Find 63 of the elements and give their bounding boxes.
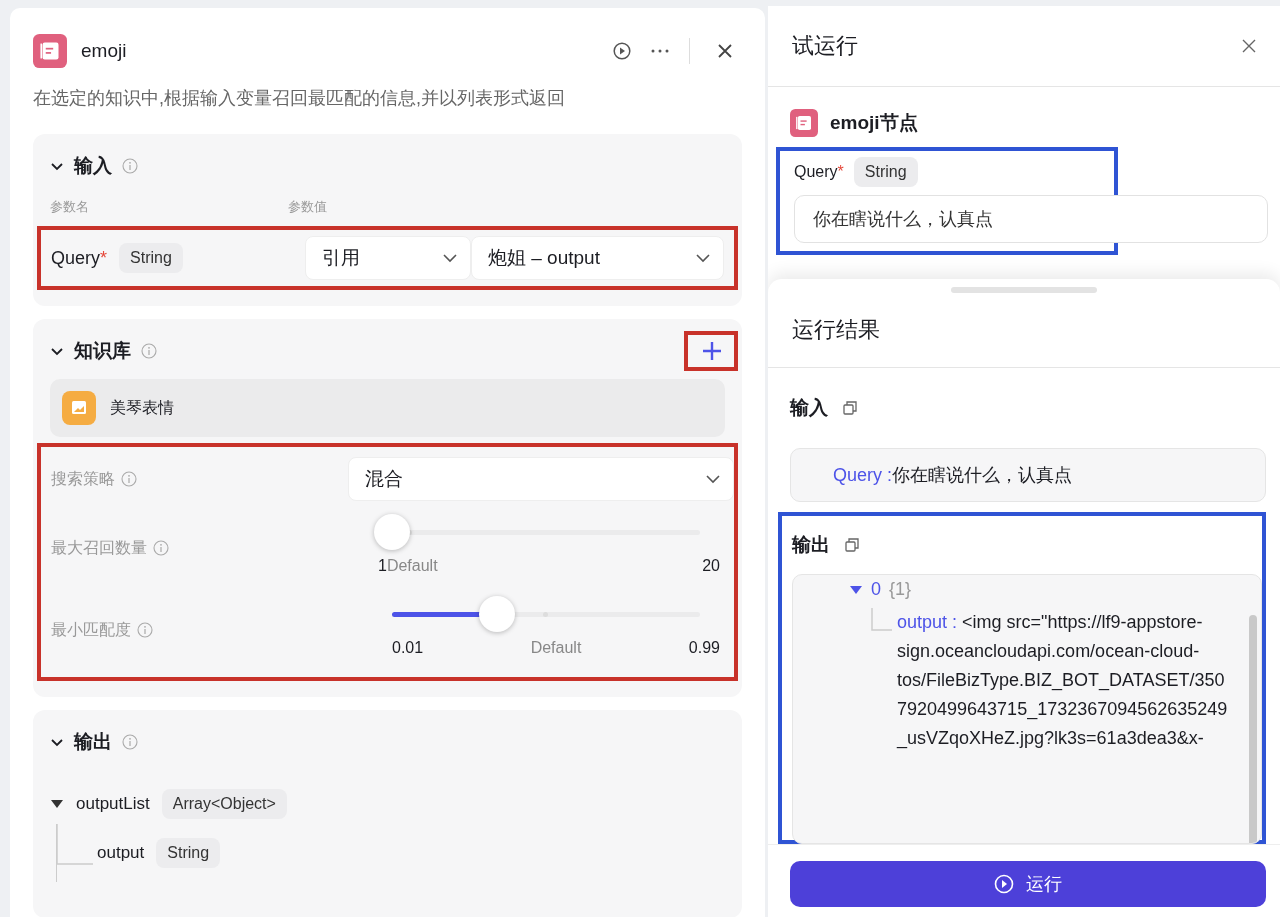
node-title: emoji — [81, 40, 128, 62]
document-icon — [790, 109, 818, 137]
info-icon — [121, 471, 137, 487]
block-title: 输入 — [790, 396, 828, 420]
info-icon — [141, 343, 157, 359]
node-name: emoji节点 — [830, 111, 918, 135]
column-header: 参数名 — [50, 198, 90, 216]
param-name: Query* — [794, 163, 844, 181]
copy-icon[interactable] — [844, 537, 860, 553]
section-title: 知识库 — [74, 339, 131, 363]
slider-default: Default — [386, 557, 439, 575]
field-name: outputList — [76, 794, 150, 814]
info-icon — [122, 734, 138, 750]
document-icon — [33, 34, 67, 68]
close-icon[interactable] — [1242, 39, 1256, 53]
slider-max: 20 — [702, 557, 720, 575]
slider-min: 0.01 — [392, 639, 424, 657]
strategy-select[interactable]: 混合 — [348, 457, 734, 501]
node-key: 0 — [871, 579, 881, 600]
field-name: output — [97, 843, 145, 863]
output-value: output : <img src="https://lf9-appstore-sign.oceancloudapi.com/ocean-cloud-tos/FileBizType.BIZ_BOT_DATASET/3507920499643715_1732367094562635249_usVZqoXHeZ.jpg?lk3s=61a3dea3&x- — [895, 611, 1229, 751]
info-icon — [153, 540, 169, 556]
panel-title: 试运行 — [792, 32, 858, 60]
info-icon — [137, 622, 153, 638]
section-title: 输入 — [74, 154, 112, 178]
block-title: 输出 — [792, 533, 830, 557]
run-button[interactable]: 运行 — [790, 861, 1266, 907]
play-icon — [994, 874, 1014, 894]
type-tag: String — [853, 157, 918, 187]
slider-thumb[interactable] — [478, 596, 515, 632]
slider-default: Default — [529, 639, 583, 657]
slider-thumb[interactable] — [374, 514, 410, 550]
close-icon[interactable] — [718, 44, 732, 58]
knowledge-item[interactable]: 美琴表情 — [50, 379, 725, 437]
result-title: 运行结果 — [768, 293, 1280, 368]
image-icon — [62, 391, 96, 425]
type-tag: Array<Object> — [161, 789, 287, 819]
triangle-icon[interactable] — [50, 799, 64, 809]
node-description: 在选定的知识中,根据输入变量召回最匹配的信息,并以列表形式返回 — [33, 87, 566, 110]
play-icon[interactable] — [613, 42, 631, 60]
type-tag: String — [156, 838, 221, 868]
section-title: 输出 — [74, 730, 112, 754]
info-icon — [122, 158, 138, 174]
type-tag: String — [119, 243, 183, 273]
setting-label: 最小匹配度 — [51, 619, 131, 640]
slider-max: 0.99 — [688, 639, 720, 657]
triangle-icon[interactable] — [849, 584, 863, 595]
more-icon[interactable] — [651, 49, 669, 53]
slider-min: 1 — [378, 557, 387, 575]
setting-label: 搜索策略 — [51, 468, 115, 489]
param-name: Query* — [51, 247, 108, 269]
input-result: Query :你在瞎说什么，认真点 — [790, 448, 1266, 502]
node-count: {1} — [889, 579, 912, 600]
query-input[interactable]: 你在瞎说什么，认真点 — [794, 195, 1268, 243]
setting-label: 最大召回数量 — [51, 537, 147, 558]
drag-handle[interactable] — [951, 287, 1097, 293]
tree-connector — [871, 608, 893, 632]
column-header: 参数值 — [288, 198, 327, 216]
copy-icon[interactable] — [842, 400, 858, 416]
value-select[interactable]: 炮姐 – output — [471, 236, 724, 280]
source-select[interactable]: 引用 — [305, 236, 471, 280]
scrollbar[interactable] — [1249, 615, 1257, 843]
add-icon[interactable] — [702, 341, 722, 361]
